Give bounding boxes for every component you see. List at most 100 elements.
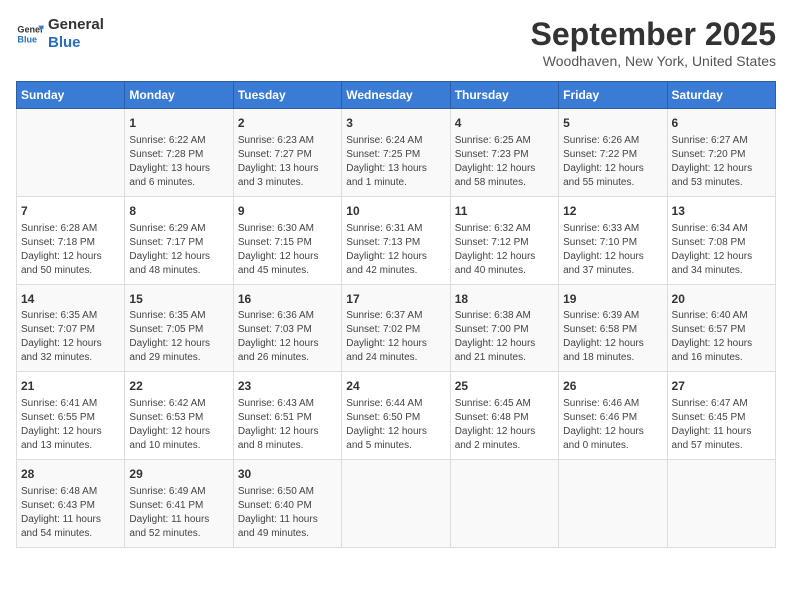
day-info: Sunrise: 6:27 AM Sunset: 7:20 PM Dayligh… — [672, 134, 771, 190]
logo-text: General Blue — [48, 16, 104, 52]
day-info: Sunrise: 6:33 AM Sunset: 7:10 PM Dayligh… — [563, 222, 662, 278]
calendar-cell: 21 Sunrise: 6:41 AM Sunset: 6:55 PM Dayli… — [17, 372, 125, 460]
day-info: Sunrise: 6:23 AM Sunset: 7:27 PM Dayligh… — [238, 134, 337, 190]
day-number: 9 — [238, 203, 337, 220]
day-info: Sunrise: 6:32 AM Sunset: 7:12 PM Dayligh… — [455, 222, 554, 278]
day-number: 2 — [238, 115, 337, 132]
day-number: 25 — [455, 378, 554, 395]
calendar-cell: 4 Sunrise: 6:25 AM Sunset: 7:23 PM Daylig… — [450, 109, 558, 197]
calendar-cell: 1Sunrise: 6:22 AM Sunset: 7:28 PM Daylig… — [125, 109, 233, 197]
day-info: Sunrise: 6:45 AM Sunset: 6:48 PM Dayligh… — [455, 397, 554, 453]
day-info: Sunrise: 6:41 AM Sunset: 6:55 PM Dayligh… — [21, 397, 120, 453]
day-number: 11 — [455, 203, 554, 220]
day-info: Sunrise: 6:50 AM Sunset: 6:40 PM Dayligh… — [238, 485, 337, 541]
calendar-cell: 17Sunrise: 6:37 AM Sunset: 7:02 PM Dayli… — [342, 284, 450, 372]
day-number: 1 — [129, 115, 228, 132]
calendar-cell: 25 Sunrise: 6:45 AM Sunset: 6:48 PM Dayli… — [450, 372, 558, 460]
day-number: 14 — [21, 291, 120, 308]
calendar-cell: 30 Sunrise: 6:50 AM Sunset: 6:40 PM Dayli… — [233, 460, 341, 548]
day-number: 29 — [129, 466, 228, 483]
day-info: Sunrise: 6:24 AM Sunset: 7:25 PM Dayligh… — [346, 134, 445, 190]
weekday-header: Thursday — [450, 82, 558, 109]
day-number: 5 — [563, 115, 662, 132]
logo-icon: General Blue — [16, 20, 44, 48]
weekday-row: SundayMondayTuesdayWednesdayThursdayFrid… — [17, 82, 776, 109]
calendar-cell: 11 Sunrise: 6:32 AM Sunset: 7:12 PM Dayli… — [450, 196, 558, 284]
day-info: Sunrise: 6:44 AM Sunset: 6:50 PM Dayligh… — [346, 397, 445, 453]
location: Woodhaven, New York, United States — [531, 53, 776, 69]
calendar-cell: 12 Sunrise: 6:33 AM Sunset: 7:10 PM Dayli… — [559, 196, 667, 284]
day-info: Sunrise: 6:29 AM Sunset: 7:17 PM Dayligh… — [129, 222, 228, 278]
day-number: 7 — [21, 203, 120, 220]
day-info: Sunrise: 6:35 AM Sunset: 7:07 PM Dayligh… — [21, 309, 120, 365]
day-info: Sunrise: 6:46 AM Sunset: 6:46 PM Dayligh… — [563, 397, 662, 453]
calendar-cell — [450, 460, 558, 548]
month-title: September 2025 — [531, 16, 776, 53]
day-number: 6 — [672, 115, 771, 132]
calendar-cell: 26 Sunrise: 6:46 AM Sunset: 6:46 PM Dayli… — [559, 372, 667, 460]
day-info: Sunrise: 6:40 AM Sunset: 6:57 PM Dayligh… — [672, 309, 771, 365]
day-number: 27 — [672, 378, 771, 395]
calendar-cell: 3 Sunrise: 6:24 AM Sunset: 7:25 PM Daylig… — [342, 109, 450, 197]
logo-line1: General — [48, 16, 104, 34]
calendar-cell — [559, 460, 667, 548]
calendar-cell — [342, 460, 450, 548]
day-info: Sunrise: 6:25 AM Sunset: 7:23 PM Dayligh… — [455, 134, 554, 190]
day-info: Sunrise: 6:48 AM Sunset: 6:43 PM Dayligh… — [21, 485, 120, 541]
calendar-body: 1Sunrise: 6:22 AM Sunset: 7:28 PM Daylig… — [17, 109, 776, 548]
calendar-cell: 6 Sunrise: 6:27 AM Sunset: 7:20 PM Daylig… — [667, 109, 775, 197]
day-info: Sunrise: 6:36 AM Sunset: 7:03 PM Dayligh… — [238, 309, 337, 365]
day-number: 4 — [455, 115, 554, 132]
day-number: 22 — [129, 378, 228, 395]
calendar-cell: 14Sunrise: 6:35 AM Sunset: 7:07 PM Dayli… — [17, 284, 125, 372]
day-info: Sunrise: 6:37 AM Sunset: 7:02 PM Dayligh… — [346, 309, 445, 365]
day-number: 28 — [21, 466, 120, 483]
day-number: 13 — [672, 203, 771, 220]
day-number: 17 — [346, 291, 445, 308]
day-number: 16 — [238, 291, 337, 308]
calendar-cell: 24 Sunrise: 6:44 AM Sunset: 6:50 PM Dayli… — [342, 372, 450, 460]
title-block: September 2025 Woodhaven, New York, Unit… — [531, 16, 776, 69]
weekday-header: Saturday — [667, 82, 775, 109]
calendar-week-row: 1Sunrise: 6:22 AM Sunset: 7:28 PM Daylig… — [17, 109, 776, 197]
day-number: 19 — [563, 291, 662, 308]
calendar-cell: 23Sunrise: 6:43 AM Sunset: 6:51 PM Dayli… — [233, 372, 341, 460]
day-number: 15 — [129, 291, 228, 308]
day-number: 18 — [455, 291, 554, 308]
day-number: 21 — [21, 378, 120, 395]
day-info: Sunrise: 6:47 AM Sunset: 6:45 PM Dayligh… — [672, 397, 771, 453]
calendar-table: SundayMondayTuesdayWednesdayThursdayFrid… — [16, 81, 776, 548]
day-number: 24 — [346, 378, 445, 395]
day-info: Sunrise: 6:49 AM Sunset: 6:41 PM Dayligh… — [129, 485, 228, 541]
day-number: 20 — [672, 291, 771, 308]
calendar-cell: 8Sunrise: 6:29 AM Sunset: 7:17 PM Daylig… — [125, 196, 233, 284]
calendar-cell: 9Sunrise: 6:30 AM Sunset: 7:15 PM Daylig… — [233, 196, 341, 284]
calendar-cell: 20Sunrise: 6:40 AM Sunset: 6:57 PM Dayli… — [667, 284, 775, 372]
day-info: Sunrise: 6:26 AM Sunset: 7:22 PM Dayligh… — [563, 134, 662, 190]
day-number: 12 — [563, 203, 662, 220]
svg-text:Blue: Blue — [17, 34, 37, 44]
calendar-cell: 19Sunrise: 6:39 AM Sunset: 6:58 PM Dayli… — [559, 284, 667, 372]
calendar-cell: 5 Sunrise: 6:26 AM Sunset: 7:22 PM Daylig… — [559, 109, 667, 197]
day-number: 26 — [563, 378, 662, 395]
calendar-cell: 27 Sunrise: 6:47 AM Sunset: 6:45 PM Dayli… — [667, 372, 775, 460]
calendar-cell: 16Sunrise: 6:36 AM Sunset: 7:03 PM Dayli… — [233, 284, 341, 372]
logo-line2: Blue — [48, 34, 104, 52]
day-number: 10 — [346, 203, 445, 220]
day-number: 23 — [238, 378, 337, 395]
logo: General Blue General Blue — [16, 16, 104, 52]
day-number: 3 — [346, 115, 445, 132]
day-info: Sunrise: 6:38 AM Sunset: 7:00 PM Dayligh… — [455, 309, 554, 365]
calendar-cell: 29 Sunrise: 6:49 AM Sunset: 6:41 PM Dayli… — [125, 460, 233, 548]
weekday-header: Sunday — [17, 82, 125, 109]
calendar-cell: 18Sunrise: 6:38 AM Sunset: 7:00 PM Dayli… — [450, 284, 558, 372]
calendar-week-row: 21 Sunrise: 6:41 AM Sunset: 6:55 PM Dayli… — [17, 372, 776, 460]
calendar-week-row: 7Sunrise: 6:28 AM Sunset: 7:18 PM Daylig… — [17, 196, 776, 284]
day-number: 30 — [238, 466, 337, 483]
day-info: Sunrise: 6:42 AM Sunset: 6:53 PM Dayligh… — [129, 397, 228, 453]
calendar-cell: 15Sunrise: 6:35 AM Sunset: 7:05 PM Dayli… — [125, 284, 233, 372]
calendar-week-row: 14Sunrise: 6:35 AM Sunset: 7:07 PM Dayli… — [17, 284, 776, 372]
calendar-cell: 2 Sunrise: 6:23 AM Sunset: 7:27 PM Daylig… — [233, 109, 341, 197]
calendar-week-row: 28 Sunrise: 6:48 AM Sunset: 6:43 PM Dayli… — [17, 460, 776, 548]
page-header: General Blue General Blue September 2025… — [16, 16, 776, 69]
